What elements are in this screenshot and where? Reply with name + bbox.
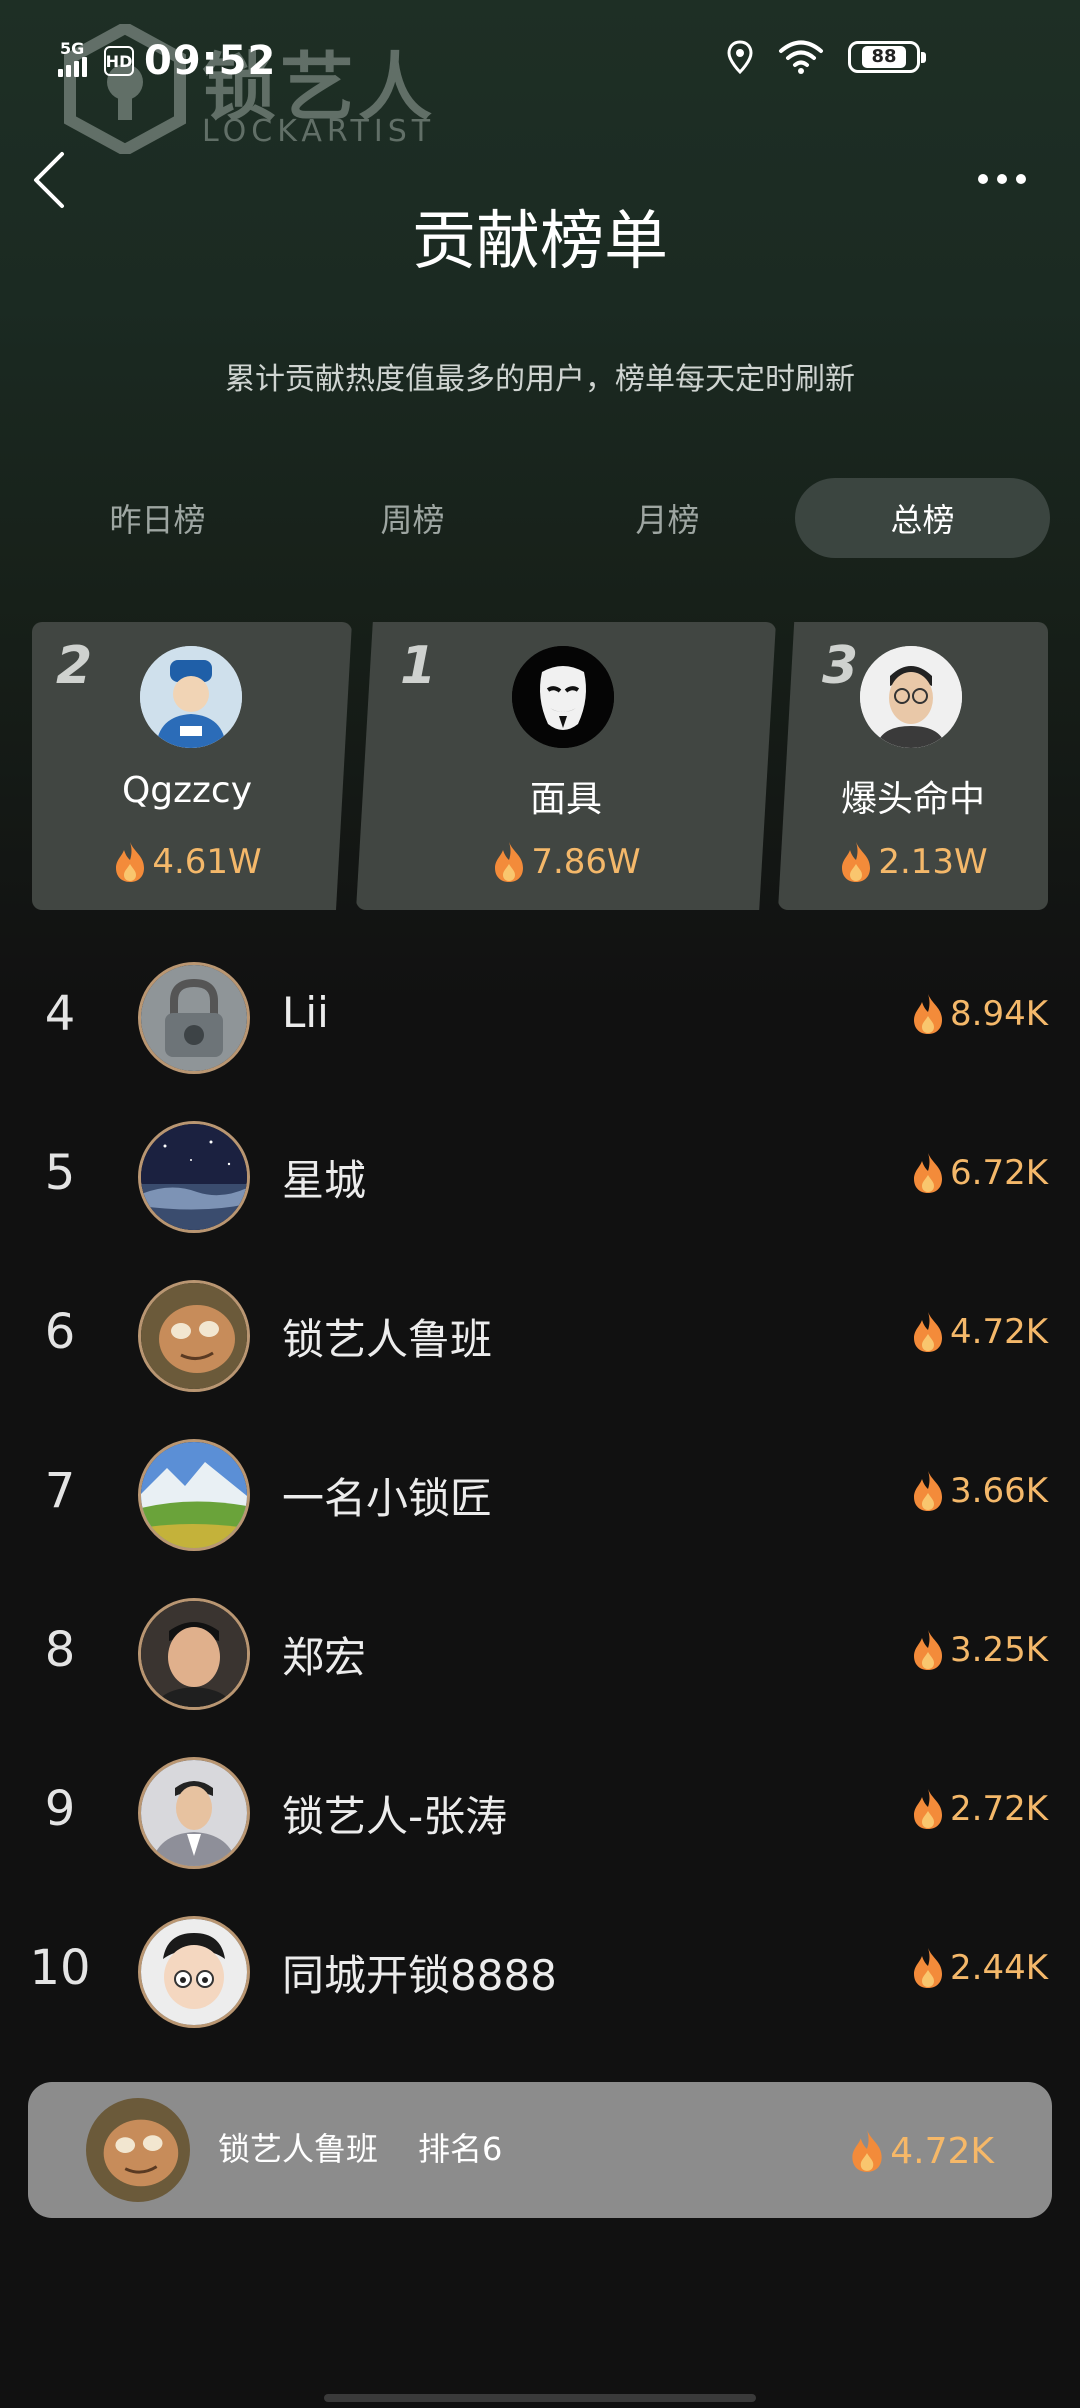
ranking-row[interactable]: 7 一名小锁匠 3.66K — [0, 1429, 1080, 1559]
heat-value: 3.66K — [910, 1469, 1048, 1513]
fire-icon — [852, 2130, 882, 2172]
status-time: 09:52 — [144, 38, 277, 84]
my-rank-text: 排名6 — [418, 2130, 503, 2168]
ranking-row[interactable]: 9 锁艺人-张涛 2.72K — [0, 1747, 1080, 1877]
user-name: 星城 — [282, 1156, 367, 1205]
more-dot-icon — [978, 174, 988, 184]
heat-value: 2.44K — [910, 1946, 1048, 1990]
avatar — [86, 2098, 190, 2202]
page-title: 贡献榜单 — [412, 205, 668, 279]
podium-value-third: 2.13W — [778, 840, 1048, 884]
more-dot-icon — [997, 174, 1007, 184]
fire-icon — [914, 1948, 942, 1988]
home-indicator[interactable] — [324, 2394, 756, 2402]
avatar — [138, 1280, 250, 1392]
page-subtitle: 累计贡献热度值最多的用户，榜单每天定时刷新 — [225, 362, 855, 397]
rank-number: 5 — [44, 1145, 76, 1201]
user-name: 同城开锁8888 — [282, 1951, 557, 2000]
user-name: 锁艺人-张涛 — [282, 1792, 508, 1841]
status-bar: 5G HD 09:52 88 — [0, 0, 1080, 120]
podium-name-second: Qgzzcy — [121, 770, 253, 811]
avatar — [138, 1121, 250, 1233]
heat-value: 2.72K — [910, 1787, 1048, 1831]
tab-total[interactable]: 总榜 — [795, 478, 1050, 558]
podium-card-second[interactable]: 2 Qgzzcy 4.61W — [32, 622, 352, 910]
battery-icon: 88 — [848, 41, 926, 73]
podium-value-first: 7.86W — [366, 840, 766, 884]
fire-icon — [116, 842, 145, 882]
fire-icon — [495, 842, 524, 882]
fire-icon — [914, 1312, 942, 1352]
hd-badge: HD — [104, 46, 134, 76]
my-rank-bar[interactable]: 锁艺人鲁班 排名6 4.72K — [28, 2082, 1052, 2218]
tab-month[interactable]: 月榜 — [540, 478, 795, 558]
podium-card-first[interactable]: 1 面具 7.86W — [356, 622, 776, 910]
avatar — [138, 1598, 250, 1710]
user-name: 锁艺人鲁班 — [282, 1315, 493, 1364]
podium-name-third: 爆头命中 — [840, 779, 985, 820]
period-tabs: 昨日榜 周榜 月榜 总榜 — [30, 478, 1050, 558]
ranking-row[interactable]: 6 锁艺人鲁班 4.72K — [0, 1270, 1080, 1400]
avatar — [138, 1439, 250, 1551]
avatar — [138, 962, 250, 1074]
heat-value: 3.25K — [910, 1628, 1048, 1672]
rank-number: 6 — [44, 1304, 76, 1360]
podium-value-second: 4.61W — [32, 840, 342, 884]
my-name: 锁艺人鲁班 — [218, 2130, 379, 2168]
fire-icon — [914, 1471, 942, 1511]
fire-icon — [914, 1153, 942, 1193]
rank-number: 8 — [44, 1622, 76, 1678]
avatar — [138, 1916, 250, 2028]
rank-number: 4 — [44, 986, 76, 1042]
ranking-row[interactable]: 4 Lii 8.94K — [0, 952, 1080, 1082]
user-name: 一名小锁匠 — [282, 1474, 493, 1523]
podium-rank-second: 2 — [56, 636, 93, 696]
avatar — [860, 646, 962, 748]
podium-card-third[interactable]: 3 爆头命中 2.13W — [778, 622, 1048, 910]
rank-number: 10 — [29, 1940, 91, 1996]
avatar — [138, 1757, 250, 1869]
podium-rank-third: 3 — [822, 636, 859, 696]
user-name: Lii — [282, 988, 329, 1037]
rank-number: 7 — [44, 1463, 76, 1519]
fire-icon — [914, 994, 942, 1034]
avatar — [140, 646, 242, 748]
more-dot-icon — [1016, 174, 1026, 184]
ranking-row[interactable]: 8 郑宏 3.25K — [0, 1588, 1080, 1718]
rank-number: 9 — [44, 1781, 76, 1837]
fire-icon — [914, 1789, 942, 1829]
my-heat-value: 4.72K — [848, 2128, 994, 2174]
heat-value: 8.94K — [910, 992, 1048, 1036]
wifi-icon — [779, 40, 823, 74]
podium-name-first: 面具 — [529, 779, 602, 820]
fire-icon — [842, 842, 871, 882]
tab-yesterday[interactable]: 昨日榜 — [30, 478, 285, 558]
heat-value: 6.72K — [910, 1151, 1048, 1195]
signal-icon: 5G — [58, 39, 94, 81]
podium-rank-first: 1 — [400, 636, 437, 696]
avatar — [512, 646, 614, 748]
battery-level: 88 — [862, 46, 906, 68]
heat-value: 4.72K — [910, 1310, 1048, 1354]
ranking-row[interactable]: 10 同城开锁8888 2.44K — [0, 1906, 1080, 2036]
ranking-row[interactable]: 5 星城 6.72K — [0, 1111, 1080, 1241]
tab-week[interactable]: 周榜 — [285, 478, 540, 558]
fire-icon — [914, 1630, 942, 1670]
location-icon — [727, 40, 753, 74]
user-name: 郑宏 — [282, 1633, 367, 1682]
